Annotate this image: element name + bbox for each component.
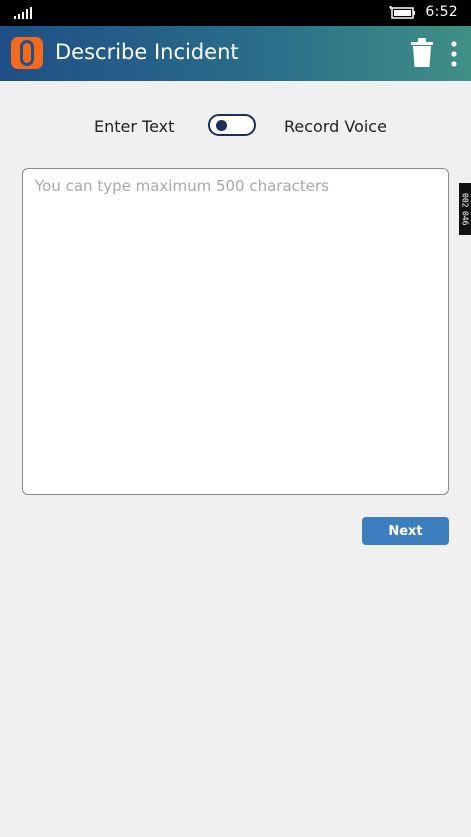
next-button[interactable]: Next xyxy=(362,517,449,545)
more-vertical-icon[interactable] xyxy=(447,40,461,68)
app-logo-icon xyxy=(11,37,43,69)
side-tag: 002 046 xyxy=(459,183,471,235)
enter-text-label[interactable]: Enter Text xyxy=(94,117,174,136)
signal-bars-icon xyxy=(14,7,32,19)
side-tag-top: 002 xyxy=(460,192,470,207)
page-title: Describe Incident xyxy=(55,40,239,64)
status-bar: 6:52 xyxy=(0,0,471,26)
record-voice-label[interactable]: Record Voice xyxy=(284,117,387,136)
battery-charging-icon xyxy=(389,6,415,19)
description-box xyxy=(22,168,449,495)
description-input[interactable] xyxy=(23,169,448,494)
input-mode-toggle: Enter Text Record Voice xyxy=(0,108,471,144)
app-bar: Describe Incident xyxy=(0,26,471,81)
side-tag-bottom: 046 xyxy=(460,211,470,226)
trash-icon[interactable] xyxy=(410,38,434,68)
switch-knob xyxy=(216,120,227,131)
clock: 6:52 xyxy=(425,4,458,20)
mode-switch[interactable] xyxy=(208,114,256,136)
